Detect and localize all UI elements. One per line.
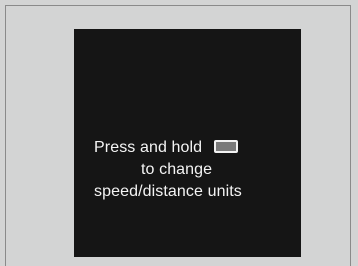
message-line-1: Press and hold [74,137,301,159]
message-line-2: to change [141,161,213,178]
steering-switch-button-icon [214,140,239,153]
instrument-display: Press and hold to change speed/distance … [74,29,301,257]
display-message: Press and hold to change speed/distance … [74,137,301,203]
message-line-3: speed/distance units [94,183,242,200]
illustration-frame: Press and hold to change speed/distance … [5,5,351,266]
message-line-1-text: Press and hold [94,139,203,156]
